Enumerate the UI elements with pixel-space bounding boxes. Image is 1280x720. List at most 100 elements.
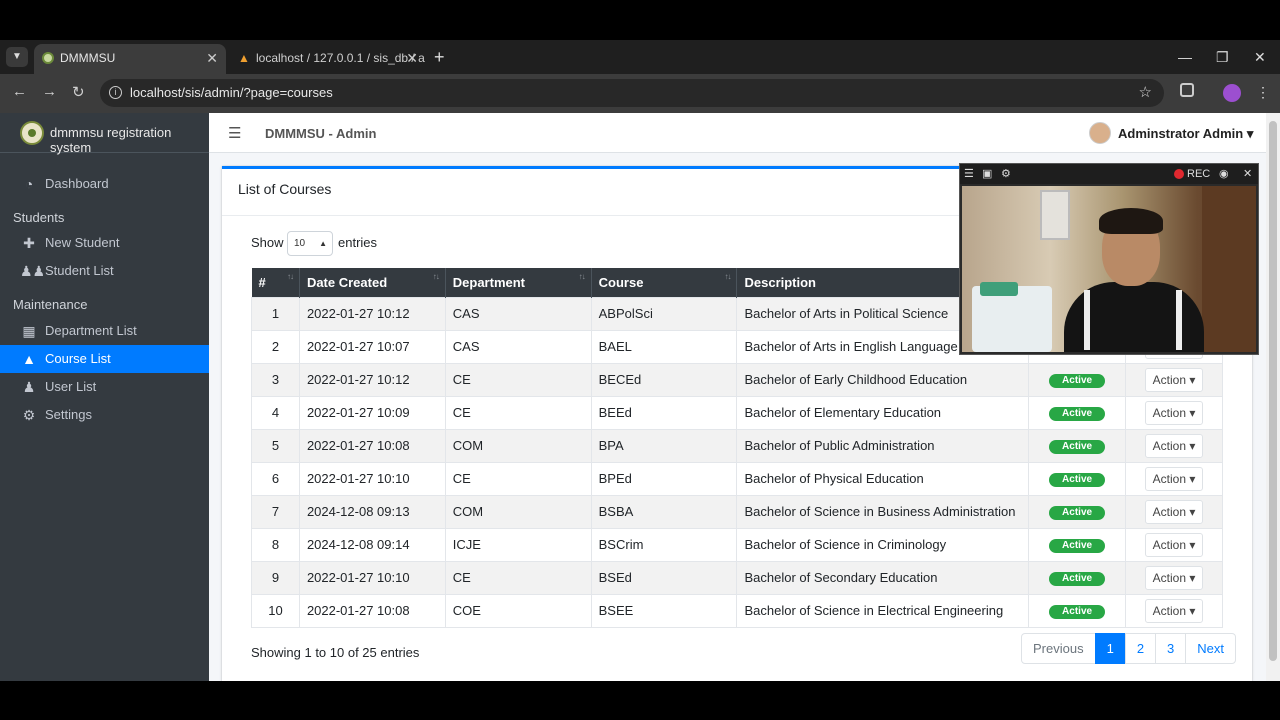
tab-search-button[interactable]: ▼ <box>6 47 28 67</box>
webcam-overlay[interactable]: ☰ ▣ ⚙ REC ◉ ✕ <box>959 163 1259 355</box>
sidebar-item-course-list[interactable]: ▲ Course List <box>0 345 209 373</box>
browser-tab-inactive[interactable]: ▲ localhost / 127.0.0.1 / sis_db / a ✕ <box>230 44 426 74</box>
row-date-created: 2024-12-08 09:13 <box>298 494 446 529</box>
row-department: CE <box>444 395 592 430</box>
action-dropdown-button[interactable]: Action ▾ <box>1144 433 1204 458</box>
pagination-page-1[interactable]: 1 <box>1094 633 1126 664</box>
row-course: BAEL <box>590 329 738 364</box>
window-close-icon[interactable]: ✕ <box>1254 44 1266 70</box>
row-course: BPEd <box>590 461 738 496</box>
caret-down-icon: ▾ <box>1186 471 1196 486</box>
action-dropdown-button[interactable]: Action ▾ <box>1144 565 1204 590</box>
camera-icon[interactable]: ◉ <box>1219 164 1229 184</box>
brand-link[interactable]: dmmmsu registration system <box>0 113 209 155</box>
action-dropdown-button[interactable]: Action ▾ <box>1144 367 1204 392</box>
row-department: CE <box>444 461 592 496</box>
row-action: Action ▾ <box>1125 362 1223 397</box>
row-number: 5 <box>251 428 300 463</box>
row-date-created: 2022-01-27 10:08 <box>298 428 446 463</box>
bookmark-star-icon[interactable]: ☆ <box>1139 79 1152 107</box>
row-description: Bachelor of Science in Electrical Engine… <box>736 593 1030 628</box>
page-scrollbar[interactable] <box>1266 113 1280 681</box>
overlay-settings-icon[interactable]: ⚙ <box>1001 164 1011 184</box>
new-tab-icon[interactable]: + <box>434 44 445 70</box>
row-description: Bachelor of Elementary Education <box>736 395 1030 430</box>
row-description: Bachelor of Early Childhood Education <box>736 362 1030 397</box>
avatar[interactable] <box>1089 122 1111 144</box>
status-badge: Active <box>1049 374 1106 388</box>
column-header-number[interactable]: # ↑↓ <box>251 268 300 297</box>
site-info-icon[interactable]: i <box>109 86 122 99</box>
browser-tab-active[interactable]: DMMMSU ✕ <box>34 44 226 74</box>
row-number: 6 <box>251 461 300 496</box>
column-header-department[interactable]: Department ↑↓ <box>445 268 592 297</box>
row-action: Action ▾ <box>1125 461 1223 496</box>
pagination-page-2[interactable]: 2 <box>1124 633 1157 664</box>
row-course: BSEd <box>590 560 738 595</box>
scrollbar-thumb[interactable] <box>1269 121 1277 661</box>
action-label: Action <box>1152 471 1187 486</box>
address-bar[interactable]: i localhost/sis/admin/?page=courses ☆ <box>100 79 1164 107</box>
action-dropdown-button[interactable]: Action ▾ <box>1144 532 1204 557</box>
action-label: Action <box>1152 438 1187 453</box>
row-description: Bachelor of Physical Education <box>736 461 1030 496</box>
sidebar-item-settings[interactable]: ⚙ Settings <box>0 401 209 429</box>
action-dropdown-button[interactable]: Action ▾ <box>1144 400 1204 425</box>
row-description: Bachelor of Science in Criminology <box>736 527 1030 562</box>
row-course: BSEE <box>590 593 738 628</box>
action-dropdown-button[interactable]: Action ▾ <box>1144 598 1204 623</box>
back-arrow-icon[interactable]: ← <box>12 83 27 100</box>
pagination-page-3[interactable]: 3 <box>1155 633 1187 664</box>
webcam-bg-basin <box>980 282 1018 296</box>
pagination-next[interactable]: Next <box>1185 633 1237 664</box>
caret-down-icon: ▾ <box>1186 570 1196 585</box>
sidebar-item-label: Settings <box>45 407 92 422</box>
row-action: Action ▾ <box>1125 395 1223 430</box>
status-badge: Active <box>1049 539 1106 553</box>
reload-icon[interactable]: ↻ <box>72 83 85 101</box>
user-dropdown[interactable]: Adminstrator Admin ▾ <box>1118 126 1253 142</box>
hamburger-menu-icon[interactable]: ☰ <box>228 124 241 142</box>
page-size-select[interactable]: 10 ▲ <box>287 231 333 256</box>
sidebar-item-dashboard[interactable]: ◔ Dashboard <box>0 170 209 198</box>
action-dropdown-button[interactable]: Action ▾ <box>1144 499 1204 524</box>
status-badge: Active <box>1049 605 1106 619</box>
forward-arrow-icon[interactable]: → <box>42 83 57 100</box>
pagination-previous[interactable]: Previous <box>1021 633 1096 664</box>
overlay-menu-icon[interactable]: ☰ <box>964 164 974 184</box>
tab-close-icon[interactable]: ✕ <box>206 44 218 72</box>
extensions-icon[interactable] <box>1180 83 1194 97</box>
webcam-jacket-stripe <box>1084 290 1090 350</box>
row-course: BSCrim <box>590 527 738 562</box>
action-dropdown-button[interactable]: Action ▾ <box>1144 466 1204 491</box>
column-header-course[interactable]: Course ↑↓ <box>591 268 738 297</box>
webcam-bg-window <box>1040 190 1070 240</box>
row-status: Active <box>1028 362 1127 397</box>
browser-menu-icon[interactable]: ⋮ <box>1256 82 1270 102</box>
row-date-created: 2022-01-27 10:07 <box>298 329 446 364</box>
overlay-window-icon[interactable]: ▣ <box>982 164 992 184</box>
sidebar-item-student-list[interactable]: ♟♟ Student List <box>0 257 209 285</box>
dashboard-icon: ◔ <box>24 176 34 192</box>
status-badge: Active <box>1049 407 1106 421</box>
video-letterbox-bottom <box>0 681 1280 720</box>
sidebar-item-new-student[interactable]: ✚ New Student <box>0 229 209 257</box>
minimize-icon[interactable]: — <box>1178 44 1192 70</box>
row-number: 4 <box>251 395 300 430</box>
column-header-date-created[interactable]: Date Created ↑↓ <box>299 268 446 297</box>
video-letterbox-top <box>0 0 1280 40</box>
table-row: 8 2024-12-08 09:14 ICJE BSCrim Bachelor of S… <box>251 527 1223 562</box>
restore-icon[interactable]: ❐ <box>1216 44 1229 70</box>
overlay-close-icon[interactable]: ✕ <box>1243 164 1252 184</box>
sidebar: dmmmsu registration system ◔ Dashboard S… <box>0 113 209 681</box>
tab-close-icon[interactable]: ✕ <box>406 44 418 72</box>
row-department: CAS <box>444 329 592 364</box>
profile-avatar-icon[interactable] <box>1223 84 1241 102</box>
row-department: CE <box>444 362 592 397</box>
row-date-created: 2022-01-27 10:10 <box>298 461 446 496</box>
row-course: BPA <box>590 428 738 463</box>
sidebar-item-department-list[interactable]: ▦ Department List <box>0 317 209 345</box>
row-number: 9 <box>251 560 300 595</box>
tab-title: DMMMSU <box>60 51 116 65</box>
sidebar-item-user-list[interactable]: ♟ User List <box>0 373 209 401</box>
